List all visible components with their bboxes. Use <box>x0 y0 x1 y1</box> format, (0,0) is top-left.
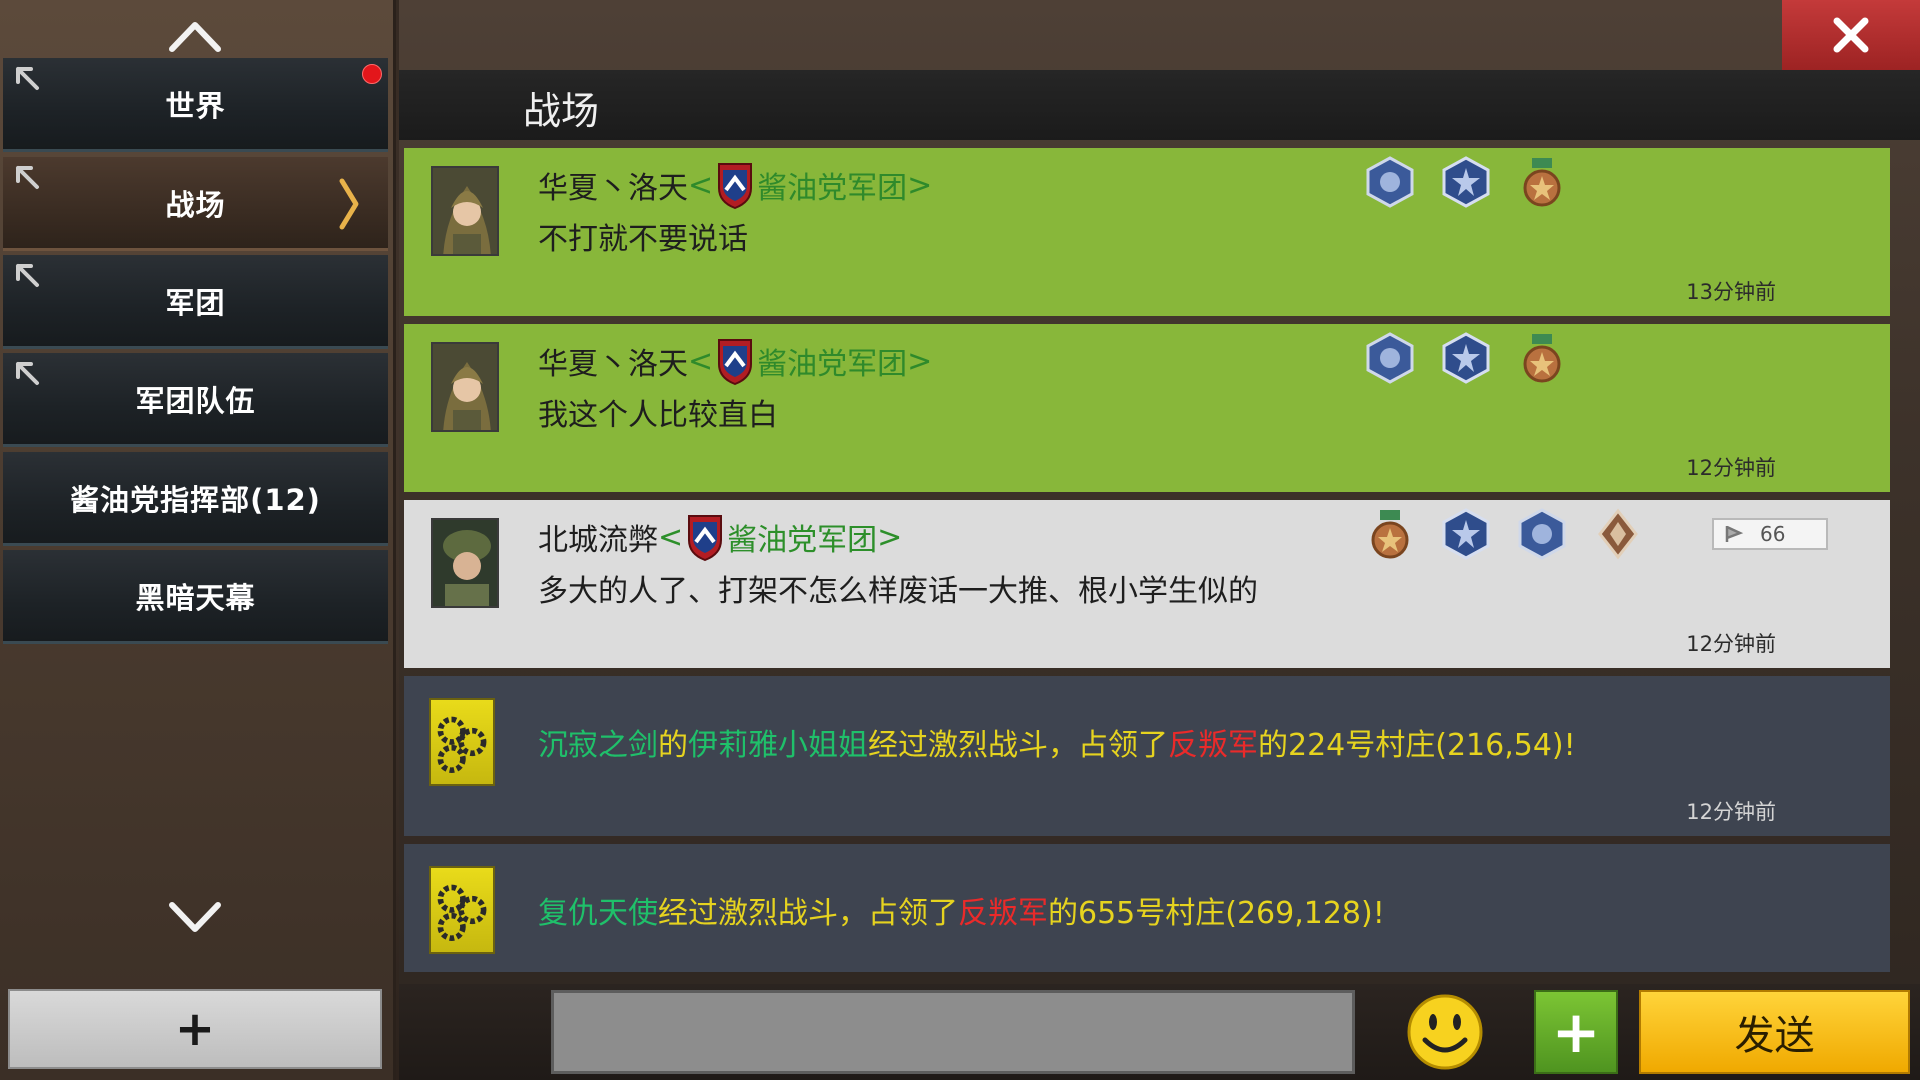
blue-wing-medal-icon[interactable] <box>1364 332 1416 384</box>
message-input[interactable] <box>551 990 1355 1074</box>
guild-tag[interactable]: < 酱油党军团 > <box>688 336 932 386</box>
bronze-star-medal-icon[interactable] <box>1364 508 1416 560</box>
channel-tab-legion-team[interactable]: 军团队伍 <box>3 353 388 447</box>
header-bar <box>399 70 1920 140</box>
attach-button[interactable]: + <box>1534 990 1618 1074</box>
sender-line: 北城流弊 < 酱油党军团 > <box>538 512 902 562</box>
guild-shield-icon <box>688 515 723 562</box>
pin-icon[interactable] <box>15 361 41 387</box>
system-text: 沉寂之剑的伊莉雅小姐姐经过激烈战斗，占领了反叛军的224号村庄(216,54)! <box>538 728 1576 763</box>
close-button[interactable] <box>1782 0 1920 70</box>
flag-icon <box>1725 525 1744 542</box>
chevron-right-icon <box>339 178 359 230</box>
bronze-star-medal-icon[interactable] <box>1516 332 1568 384</box>
guild-shield-icon <box>718 163 753 210</box>
message-text: 不打就不要说话 <box>538 222 748 257</box>
chevron-up-icon <box>169 22 221 52</box>
pin-icon[interactable] <box>15 165 41 191</box>
like-counter[interactable]: 66 <box>1712 518 1828 550</box>
avatar[interactable] <box>431 166 499 256</box>
player-link[interactable]: 复仇天使 <box>538 896 658 931</box>
message-text: 多大的人了、打架不怎么样废话一大推、根小学生似的 <box>538 574 1258 609</box>
timestamp: 12分钟前 <box>1686 456 1776 480</box>
sender-name[interactable]: 华夏丶洛天 <box>538 163 688 207</box>
scroll-up-button[interactable] <box>0 6 390 66</box>
gears-icon <box>429 698 495 786</box>
faction-link[interactable]: 反叛军 <box>1168 728 1258 763</box>
pin-icon[interactable] <box>15 263 41 289</box>
channel-tab-label: 战场 <box>165 187 226 222</box>
player-link[interactable]: 沉寂之剑 <box>538 728 658 763</box>
avatar[interactable] <box>431 518 499 608</box>
blue-star-medal-icon[interactable] <box>1440 508 1492 560</box>
timestamp: 13分钟前 <box>1686 280 1776 304</box>
close-icon <box>1833 17 1869 53</box>
system-message: 沉寂之剑的伊莉雅小姐姐经过激烈战斗，占领了反叛军的224号村庄(216,54)!… <box>404 676 1890 836</box>
emoji-icon[interactable] <box>1405 992 1485 1072</box>
blue-wing-medal-icon[interactable] <box>1516 508 1568 560</box>
sender-name[interactable]: 北城流弊 <box>538 515 658 559</box>
system-text: 复仇天使经过激烈战斗，占领了反叛军的655号村庄(269,128)! <box>538 896 1385 931</box>
channel-tab-hq[interactable]: 酱油党指挥部(12) <box>3 452 388 546</box>
channel-tab-dark-sky[interactable]: 黑暗天幕 <box>3 550 388 644</box>
gears-icon <box>429 866 495 954</box>
channel-tab-label: 军团队伍 <box>135 383 256 418</box>
channel-tab-world[interactable]: 世界 <box>3 58 388 152</box>
channel-tab-label: 酱油党指挥部(12) <box>70 482 321 517</box>
medal-row <box>1364 508 1644 560</box>
chat-panel: 战场 华夏丶洛天 < 酱油党军团 > 不打就不要说话 13分钟前 华夏丶洛天 <… <box>399 0 1920 1080</box>
channel-tab-label: 黑暗天幕 <box>135 580 256 615</box>
input-bar: + 发送 <box>399 984 1920 1080</box>
blue-wing-medal-icon[interactable] <box>1364 156 1416 208</box>
channel-tab-battlefield[interactable]: 战场 <box>3 157 388 251</box>
channel-tab-label: 世界 <box>165 88 226 123</box>
add-channel-button[interactable]: + <box>8 989 382 1069</box>
scroll-down-button[interactable] <box>0 888 390 948</box>
sender-name[interactable]: 华夏丶洛天 <box>538 339 688 383</box>
player-link[interactable]: 伊莉雅小姐姐 <box>688 728 868 763</box>
channel-tab-label: 军团 <box>165 285 226 320</box>
guild-tag[interactable]: < 酱油党军团 > <box>658 512 902 562</box>
medal-row <box>1364 156 1568 208</box>
notification-dot <box>362 64 382 84</box>
pin-icon[interactable] <box>15 66 41 92</box>
chat-message[interactable]: 北城流弊 < 酱油党军团 > 多大的人了、打架不怎么样废话一大推、根小学生似的 … <box>404 500 1890 668</box>
guild-shield-icon <box>718 339 753 386</box>
avatar[interactable] <box>431 342 499 432</box>
message-text: 我这个人比较直白 <box>538 398 778 433</box>
sender-line: 华夏丶洛天 < 酱油党军团 > <box>538 336 932 386</box>
send-button[interactable]: 发送 <box>1639 990 1910 1074</box>
blue-star-medal-icon[interactable] <box>1440 332 1492 384</box>
bronze-star-medal-icon[interactable] <box>1516 156 1568 208</box>
channel-sidebar: 世界 战场 军团 军团队伍 酱油党指挥部(12) 黑暗天幕 + <box>0 0 396 1080</box>
chat-message[interactable]: 华夏丶洛天 < 酱油党军团 > 不打就不要说话 13分钟前 <box>404 148 1890 316</box>
chat-message[interactable]: 华夏丶洛天 < 酱油党军团 > 我这个人比较直白 12分钟前 <box>404 324 1890 492</box>
like-count: 66 <box>1760 522 1786 546</box>
chevron-down-icon <box>169 902 221 932</box>
system-message: 复仇天使经过激烈战斗，占领了反叛军的655号村庄(269,128)! <box>404 844 1890 972</box>
channel-tab-legion[interactable]: 军团 <box>3 255 388 349</box>
blue-star-medal-icon[interactable] <box>1440 156 1492 208</box>
guild-tag[interactable]: < 酱油党军团 > <box>688 160 932 210</box>
sender-line: 华夏丶洛天 < 酱油党军团 > <box>538 160 932 210</box>
rank-diamond-icon[interactable] <box>1592 508 1644 560</box>
timestamp: 12分钟前 <box>1686 800 1776 824</box>
timestamp: 12分钟前 <box>1686 632 1776 656</box>
medal-row <box>1364 332 1568 384</box>
page-title: 战场 <box>523 89 600 133</box>
faction-link[interactable]: 反叛军 <box>958 896 1048 931</box>
